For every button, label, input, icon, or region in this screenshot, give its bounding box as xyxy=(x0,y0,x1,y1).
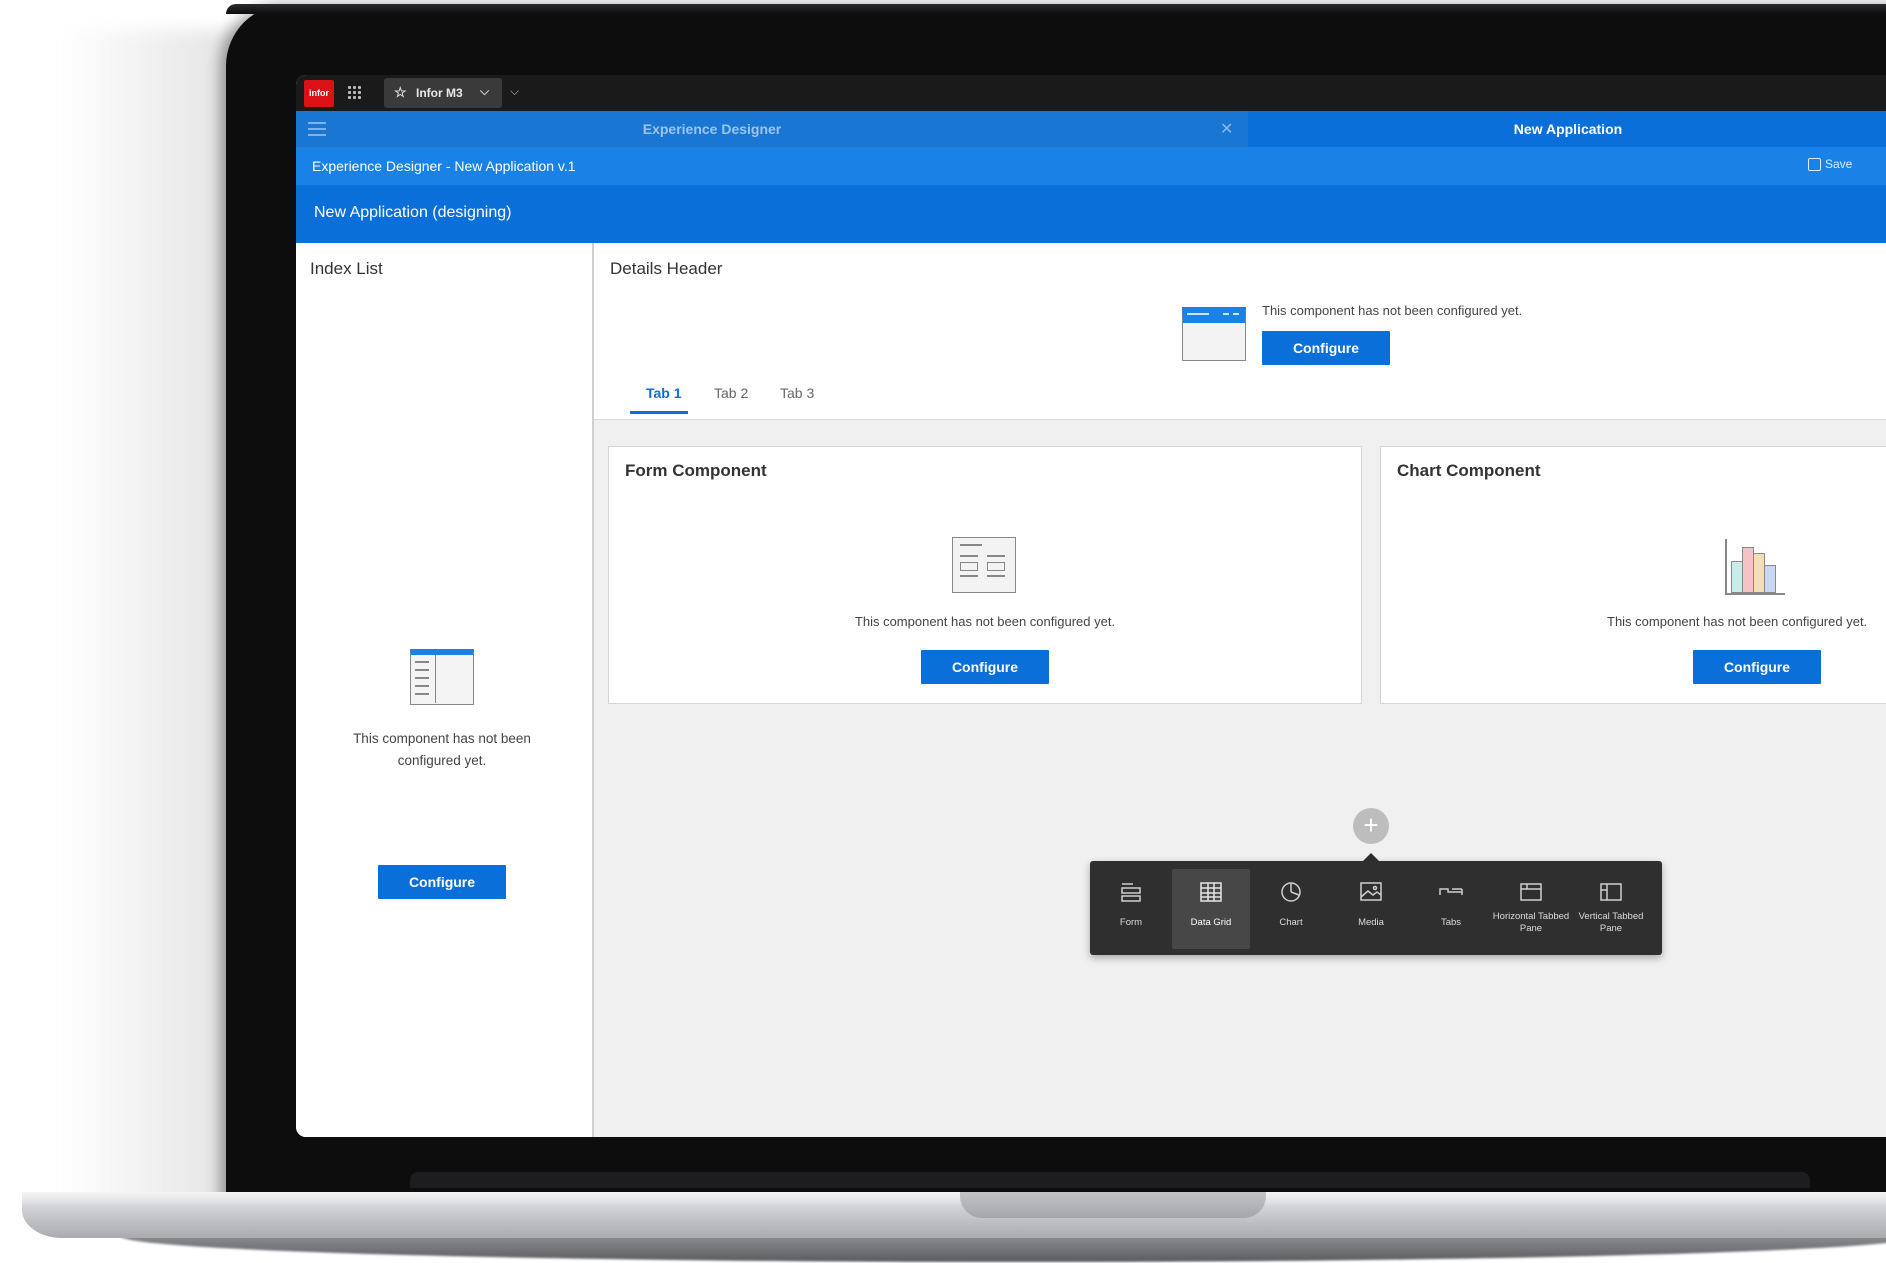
save-button[interactable]: Save xyxy=(1808,157,1853,172)
more-chevron-icon[interactable]: ⌵ xyxy=(510,84,519,99)
palette-item-label: Vertical Tabbed Pane xyxy=(1578,911,1644,934)
breadcrumb-bar: Experience Designer - New Application v.… xyxy=(296,147,1886,185)
chart-placeholder-icon xyxy=(1725,537,1789,595)
palette-item-horizontal-tabbed-pane[interactable]: Horizontal Tabbed Pane xyxy=(1492,869,1570,949)
infor-logo: infor xyxy=(304,80,334,107)
index-list-icon xyxy=(410,649,474,705)
tabs-icon xyxy=(1439,888,1463,895)
palette-item-tabs[interactable]: Tabs xyxy=(1412,869,1490,949)
menu-icon[interactable] xyxy=(308,122,326,136)
chart-component-empty-message: This component has not been configured y… xyxy=(1607,614,1868,629)
form-component-configure-button[interactable]: Configure xyxy=(921,650,1049,684)
details-header-empty-message: This component has not been configured y… xyxy=(1262,303,1523,318)
vertical-tabbed-pane-icon xyxy=(1600,883,1622,901)
form-component-empty-message: This component has not been configured y… xyxy=(854,614,1116,629)
top-bar: infor ☆ Infor M3 ⌵ ⌵ xyxy=(296,75,1886,111)
index-list-empty-message: This component has not been configured y… xyxy=(353,731,531,768)
header-component-icon xyxy=(1182,307,1246,361)
index-list-configure-button[interactable]: Configure xyxy=(378,865,506,899)
tab-experience-designer[interactable]: Experience Designer xyxy=(336,111,1088,147)
palette-item-chart[interactable]: Chart xyxy=(1252,869,1330,949)
form-placeholder-icon xyxy=(952,537,1016,593)
media-icon xyxy=(1360,882,1382,901)
details-header: Details Header This component has not be… xyxy=(594,243,1886,420)
palette-item-form[interactable]: Form xyxy=(1092,869,1170,949)
title-bar: New Application (designing) xyxy=(296,185,1886,243)
details-header-title: Details Header xyxy=(610,259,723,278)
chart-icon xyxy=(1281,882,1301,902)
details-area: Details Header This component has not be… xyxy=(594,243,1886,1137)
active-tab-indicator xyxy=(630,411,688,414)
chart-component-card: Chart Component This component has not b… xyxy=(1380,446,1886,704)
tab-new-application[interactable]: New Application xyxy=(1248,111,1886,147)
add-component-button[interactable]: + xyxy=(1353,808,1389,844)
save-icon xyxy=(1808,158,1821,172)
app-grid-icon[interactable] xyxy=(348,86,362,100)
star-icon: ☆ xyxy=(394,84,407,100)
app-screen: infor ☆ Infor M3 ⌵ ⌵ Experience Designer… xyxy=(296,75,1886,1137)
palette-item-label: Horizontal Tabbed Pane xyxy=(1492,911,1570,934)
laptop-base-top xyxy=(22,1192,1886,1204)
palette-item-label: Form xyxy=(1119,917,1143,928)
palette-item-label: Data Grid xyxy=(1190,917,1232,928)
palette-item-media[interactable]: Media xyxy=(1332,869,1410,949)
palette-item-vertical-tabbed-pane[interactable]: Vertical Tabbed Pane xyxy=(1572,869,1650,949)
chart-component-configure-button[interactable]: Configure xyxy=(1693,650,1821,684)
palette-item-label: Chart xyxy=(1279,917,1303,928)
details-header-configure-button[interactable]: Configure xyxy=(1262,331,1390,365)
app-switcher-label: Infor M3 xyxy=(416,86,463,100)
form-icon xyxy=(1121,883,1141,902)
app-switcher[interactable]: ☆ Infor M3 ⌵ xyxy=(384,78,502,108)
laptop-base-underside xyxy=(120,1236,1886,1262)
chevron-down-icon: ⌵ xyxy=(480,84,490,98)
data-grid-icon xyxy=(1200,882,1222,902)
index-list-title: Index List xyxy=(310,259,383,278)
laptop-lid-edge xyxy=(226,4,1886,14)
tab-bar: Experience Designer ✕ New Application xyxy=(296,111,1886,147)
index-list-panel: Index List This component has not been c… xyxy=(296,243,594,1137)
page-title: New Application (designing) xyxy=(314,204,512,221)
close-icon[interactable]: ✕ xyxy=(1220,119,1233,139)
horizontal-tabbed-pane-icon xyxy=(1520,883,1542,901)
form-component-card: Form Component This component has not be… xyxy=(608,446,1362,704)
laptop-hinge xyxy=(410,1172,1810,1188)
chart-component-title: Chart Component xyxy=(1397,461,1541,480)
laptop-opening-notch xyxy=(960,1192,1266,1218)
component-palette: Form Data Grid Chart Media Tabs Horizont… xyxy=(1090,861,1662,955)
breadcrumb: Experience Designer - New Application v.… xyxy=(312,158,576,174)
form-component-title: Form Component xyxy=(625,461,767,480)
palette-item-label: Media xyxy=(1358,917,1384,928)
tab-1[interactable]: Tab 1 xyxy=(646,385,682,401)
save-label: Save xyxy=(1825,157,1853,171)
tab-2[interactable]: Tab 2 xyxy=(714,385,748,401)
tab-3[interactable]: Tab 3 xyxy=(780,385,814,401)
palette-item-data-grid[interactable]: Data Grid xyxy=(1172,869,1250,949)
palette-item-label: Tabs xyxy=(1440,917,1462,928)
